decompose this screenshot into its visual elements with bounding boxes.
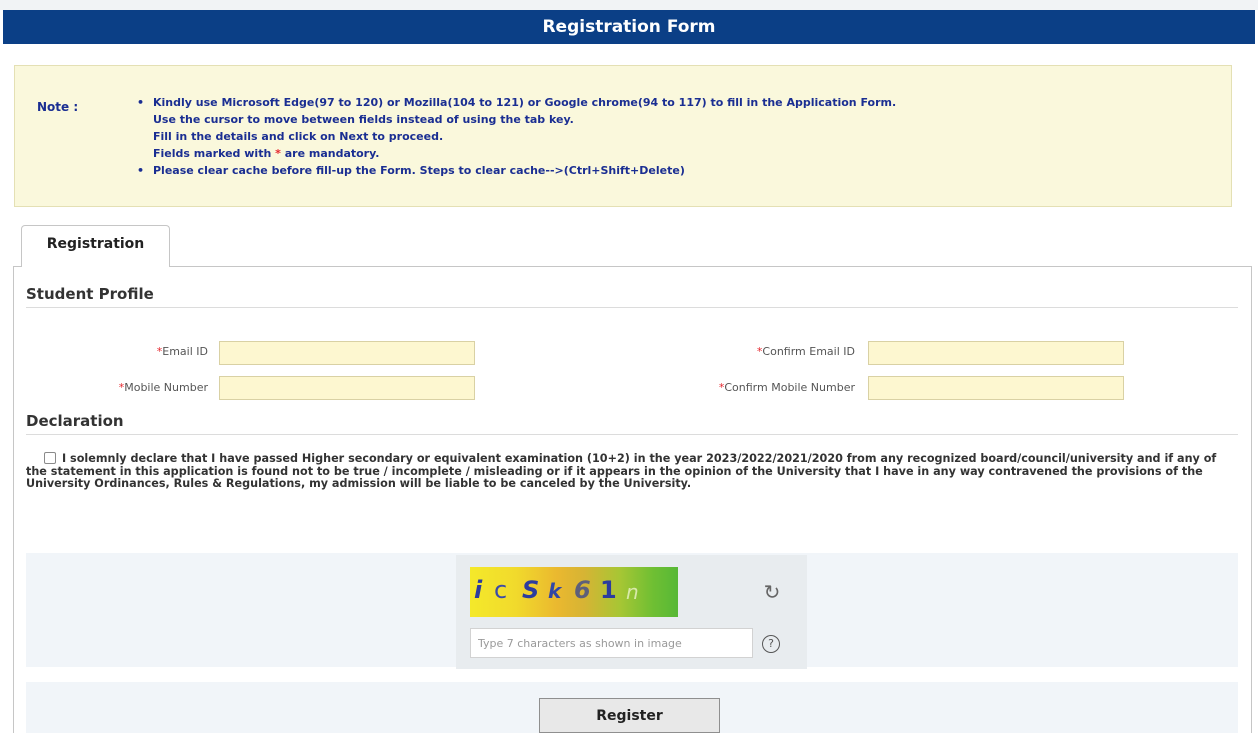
note-lines: • Kindly use Microsoft Edge(97 to 120) o… — [135, 94, 896, 179]
note-line: • Please clear cache before fill-up the … — [135, 162, 896, 179]
page-title: Registration Form — [542, 17, 716, 37]
mobile-label-text: Mobile Number — [124, 381, 208, 394]
note-line-text: are mandatory. — [280, 147, 380, 160]
captcha-char: k — [548, 579, 562, 603]
section-divider — [26, 434, 1238, 435]
note-line-text: Fill in the details and click on Next to… — [153, 130, 444, 143]
page-header: Registration Form — [3, 10, 1255, 44]
declaration-text-block: I solemnly declare that I have passed Hi… — [26, 452, 1238, 491]
section-divider — [26, 307, 1238, 308]
section-title-student-profile: Student Profile — [26, 285, 154, 303]
email-label-text: Email ID — [162, 345, 208, 358]
declaration-text: I solemnly declare that I have passed Hi… — [26, 452, 1217, 490]
captcha-char: c — [494, 576, 508, 604]
note-line: Use the cursor to move between fields in… — [135, 111, 896, 128]
help-icon[interactable]: ? — [762, 635, 780, 653]
confirm-mobile-number-field[interactable] — [868, 376, 1124, 400]
section-title-declaration: Declaration — [26, 412, 124, 430]
note-line-text: Fields marked with — [153, 147, 276, 160]
confirm-email-field[interactable] — [868, 341, 1124, 365]
captcha-char: i — [474, 576, 483, 604]
bullet-icon: • — [137, 164, 145, 177]
bullet-icon: • — [137, 96, 145, 109]
note-box: Note : • Kindly use Microsoft Edge(97 to… — [14, 65, 1232, 207]
captcha-char: S — [522, 576, 540, 604]
email-field[interactable] — [219, 341, 475, 365]
tab-label: Registration — [46, 236, 145, 252]
mobile-label: *Mobile Number — [60, 381, 208, 394]
confirm-email-label-text: Confirm Email ID — [762, 345, 855, 358]
confirm-email-label: *Confirm Email ID — [640, 345, 855, 358]
captcha-char: 6 — [574, 576, 591, 604]
note-line-text: Please clear cache before fill-up the Fo… — [153, 164, 685, 177]
refresh-icon[interactable]: ↻ — [760, 580, 784, 604]
browser-top-strip — [0, 0, 1258, 10]
note-line-text: Kindly use Microsoft Edge(97 to 120) or … — [153, 96, 897, 109]
captcha-input[interactable] — [470, 628, 753, 658]
note-label: Note : — [37, 100, 79, 114]
tab-registration[interactable]: Registration — [21, 225, 170, 267]
declaration-checkbox[interactable] — [44, 452, 56, 464]
captcha-image: i c S k 6 1 n — [470, 567, 678, 617]
captcha-char: 1 — [600, 576, 617, 604]
note-line: Fields marked with * are mandatory. — [135, 145, 896, 162]
email-label: *Email ID — [80, 345, 208, 358]
note-line: • Kindly use Microsoft Edge(97 to 120) o… — [135, 94, 896, 111]
mobile-number-field[interactable] — [219, 376, 475, 400]
register-button[interactable]: Register — [539, 698, 720, 733]
confirm-mobile-label: *Confirm Mobile Number — [640, 381, 855, 394]
captcha-char: n — [626, 580, 639, 604]
note-line: Fill in the details and click on Next to… — [135, 128, 896, 145]
note-line-text: Use the cursor to move between fields in… — [153, 113, 574, 126]
confirm-mobile-label-text: Confirm Mobile Number — [724, 381, 855, 394]
